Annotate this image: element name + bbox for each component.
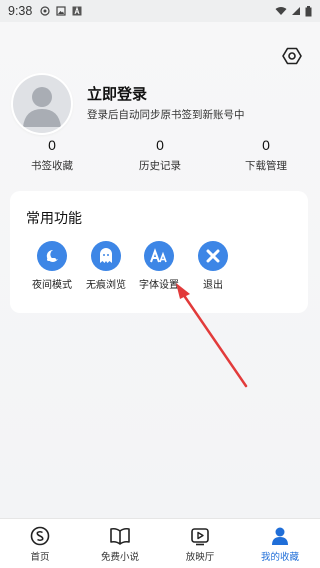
stat-history[interactable]: 0 历史记录: [120, 137, 200, 173]
func-label: 无痕浏览: [86, 280, 126, 291]
font-app-icon: [72, 6, 82, 16]
battery-icon: [305, 5, 312, 16]
tab-theater[interactable]: 放映厅: [160, 526, 240, 563]
tab-label: 首页: [30, 552, 50, 563]
night-mode-button[interactable]: 夜间模式: [28, 241, 76, 291]
common-functions-card: 常用功能 夜间模式 无痕浏览 字体设置 退出: [10, 191, 308, 313]
tab-home[interactable]: 首页: [0, 526, 80, 563]
func-label: 退出: [203, 280, 223, 291]
tab-label: 免费小说: [100, 552, 139, 563]
tab-label: 放映厅: [185, 552, 215, 563]
font-icon: [144, 241, 174, 271]
card-title: 常用功能: [26, 211, 82, 227]
play-icon: [191, 528, 209, 546]
login-title[interactable]: 立即登录: [87, 83, 147, 104]
login-subtitle: 登录后自动同步原书签到新账号中: [87, 109, 245, 121]
signal-icon: [292, 7, 300, 15]
tab-label: 我的收藏: [260, 552, 299, 563]
stat-value: 0: [262, 137, 270, 153]
tab-free-novels[interactable]: 免费小说: [80, 526, 160, 563]
stat-label: 下载管理: [245, 160, 287, 172]
func-label: 夜间模式: [32, 280, 72, 291]
notification-icon: [40, 6, 50, 16]
avatar[interactable]: [13, 75, 71, 133]
settings-button[interactable]: [281, 45, 303, 67]
wifi-icon: [275, 7, 287, 15]
user-icon: [272, 527, 288, 545]
close-icon: [198, 241, 228, 271]
func-label: 字体设置: [139, 280, 179, 291]
incognito-button[interactable]: 无痕浏览: [82, 241, 130, 291]
night-mode-icon: [37, 241, 67, 271]
font-settings-button[interactable]: 字体设置: [135, 241, 183, 291]
bottom-tab-bar: 首页 免费小说 放映厅 我的收藏: [0, 518, 320, 568]
logout-button[interactable]: 退出: [189, 241, 237, 291]
default-avatar-icon: [23, 87, 61, 127]
ghost-icon: [91, 241, 121, 271]
stat-bookmarks[interactable]: 0 书签收藏: [12, 137, 92, 173]
stat-label: 书签收藏: [31, 160, 73, 172]
image-icon: [56, 6, 66, 16]
stat-downloads[interactable]: 0 下载管理: [226, 137, 306, 173]
stat-value: 0: [48, 137, 56, 153]
stat-label: 历史记录: [139, 160, 181, 172]
stats-row: 0 书签收藏 0 历史记录 0 下载管理: [0, 137, 320, 177]
book-icon: [110, 527, 130, 545]
status-time: 9:38: [8, 4, 33, 18]
tab-my-favorites[interactable]: 我的收藏: [240, 526, 320, 563]
home-icon: [30, 526, 50, 546]
hexagon-settings-icon: [282, 47, 302, 65]
stat-value: 0: [156, 137, 164, 153]
status-bar: 9:38: [0, 0, 320, 22]
